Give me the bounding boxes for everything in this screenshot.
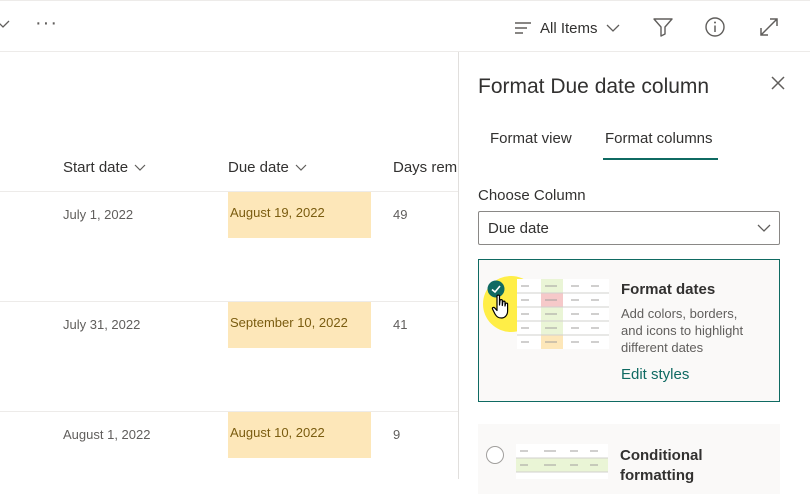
info-icon[interactable] <box>704 16 726 38</box>
format-dates-option[interactable]: Format dates Add colors, borders, and ic… <box>478 259 780 402</box>
column-header-label: Start date <box>63 159 129 176</box>
view-selector[interactable]: All Items <box>514 17 620 39</box>
cell-due-date: August 19, 2022 <box>228 192 371 238</box>
column-header-days-remaining[interactable]: Days rem <box>393 159 457 176</box>
expand-icon[interactable] <box>758 16 780 38</box>
chevron-down-icon[interactable] <box>0 17 10 31</box>
option-title: Format dates <box>621 281 716 298</box>
format-column-panel: Format Due date column Format view Forma… <box>458 52 810 494</box>
view-selector-label: All Items <box>540 19 598 37</box>
conditional-formatting-thumbnail <box>516 444 608 479</box>
chevron-down-icon <box>757 224 771 232</box>
column-header-due-date[interactable]: Due date <box>228 159 307 176</box>
radio-unselected[interactable] <box>486 446 504 464</box>
column-header-start-date[interactable]: Start date <box>63 159 146 176</box>
tab-format-columns[interactable]: Format columns <box>605 130 713 147</box>
filter-icon[interactable] <box>652 16 674 38</box>
option-title: Conditional formatting <box>620 447 703 484</box>
due-date-text: August 10, 2022 <box>230 425 325 440</box>
choose-column-label: Choose Column <box>478 187 586 204</box>
cell-days-remaining: 49 <box>393 207 408 222</box>
close-icon[interactable] <box>769 74 787 92</box>
more-options-button[interactable]: ··· <box>35 12 58 35</box>
due-date-text: September 10, 2022 <box>230 315 348 330</box>
chevron-down-icon <box>134 164 146 171</box>
column-header-label: Days rem <box>393 159 458 176</box>
hand-cursor-icon <box>491 294 509 319</box>
tab-format-view[interactable]: Format view <box>490 130 572 147</box>
format-dates-thumbnail <box>517 279 609 349</box>
cell-start-date: July 31, 2022 <box>63 317 141 332</box>
choose-column-dropdown[interactable]: Due date <box>478 211 780 245</box>
dropdown-value: Due date <box>488 220 549 237</box>
edit-styles-link[interactable]: Edit styles <box>621 366 689 383</box>
option-description: Add colors, borders, and icons to highli… <box>621 306 744 355</box>
chevron-down-icon <box>295 164 307 171</box>
cell-days-remaining: 41 <box>393 317 408 332</box>
conditional-formatting-option[interactable]: Conditional formatting <box>478 424 780 494</box>
lines-icon <box>515 22 531 34</box>
cell-start-date: July 1, 2022 <box>63 207 134 222</box>
due-date-text: August 19, 2022 <box>230 205 325 220</box>
column-header-label: Due date <box>228 159 289 176</box>
command-bar: ··· All Items <box>0 0 810 52</box>
cell-due-date: August 10, 2022 <box>228 412 371 458</box>
chevron-down-icon <box>606 24 619 32</box>
cell-start-date: August 1, 2022 <box>63 427 151 442</box>
cell-due-date: September 10, 2022 <box>228 302 371 348</box>
panel-title: Format Due date column <box>478 75 710 98</box>
list-view: Start date Due date Days rem July 1, 202… <box>0 52 458 479</box>
selected-tab-indicator <box>603 158 718 160</box>
cell-days-remaining: 9 <box>393 427 401 442</box>
